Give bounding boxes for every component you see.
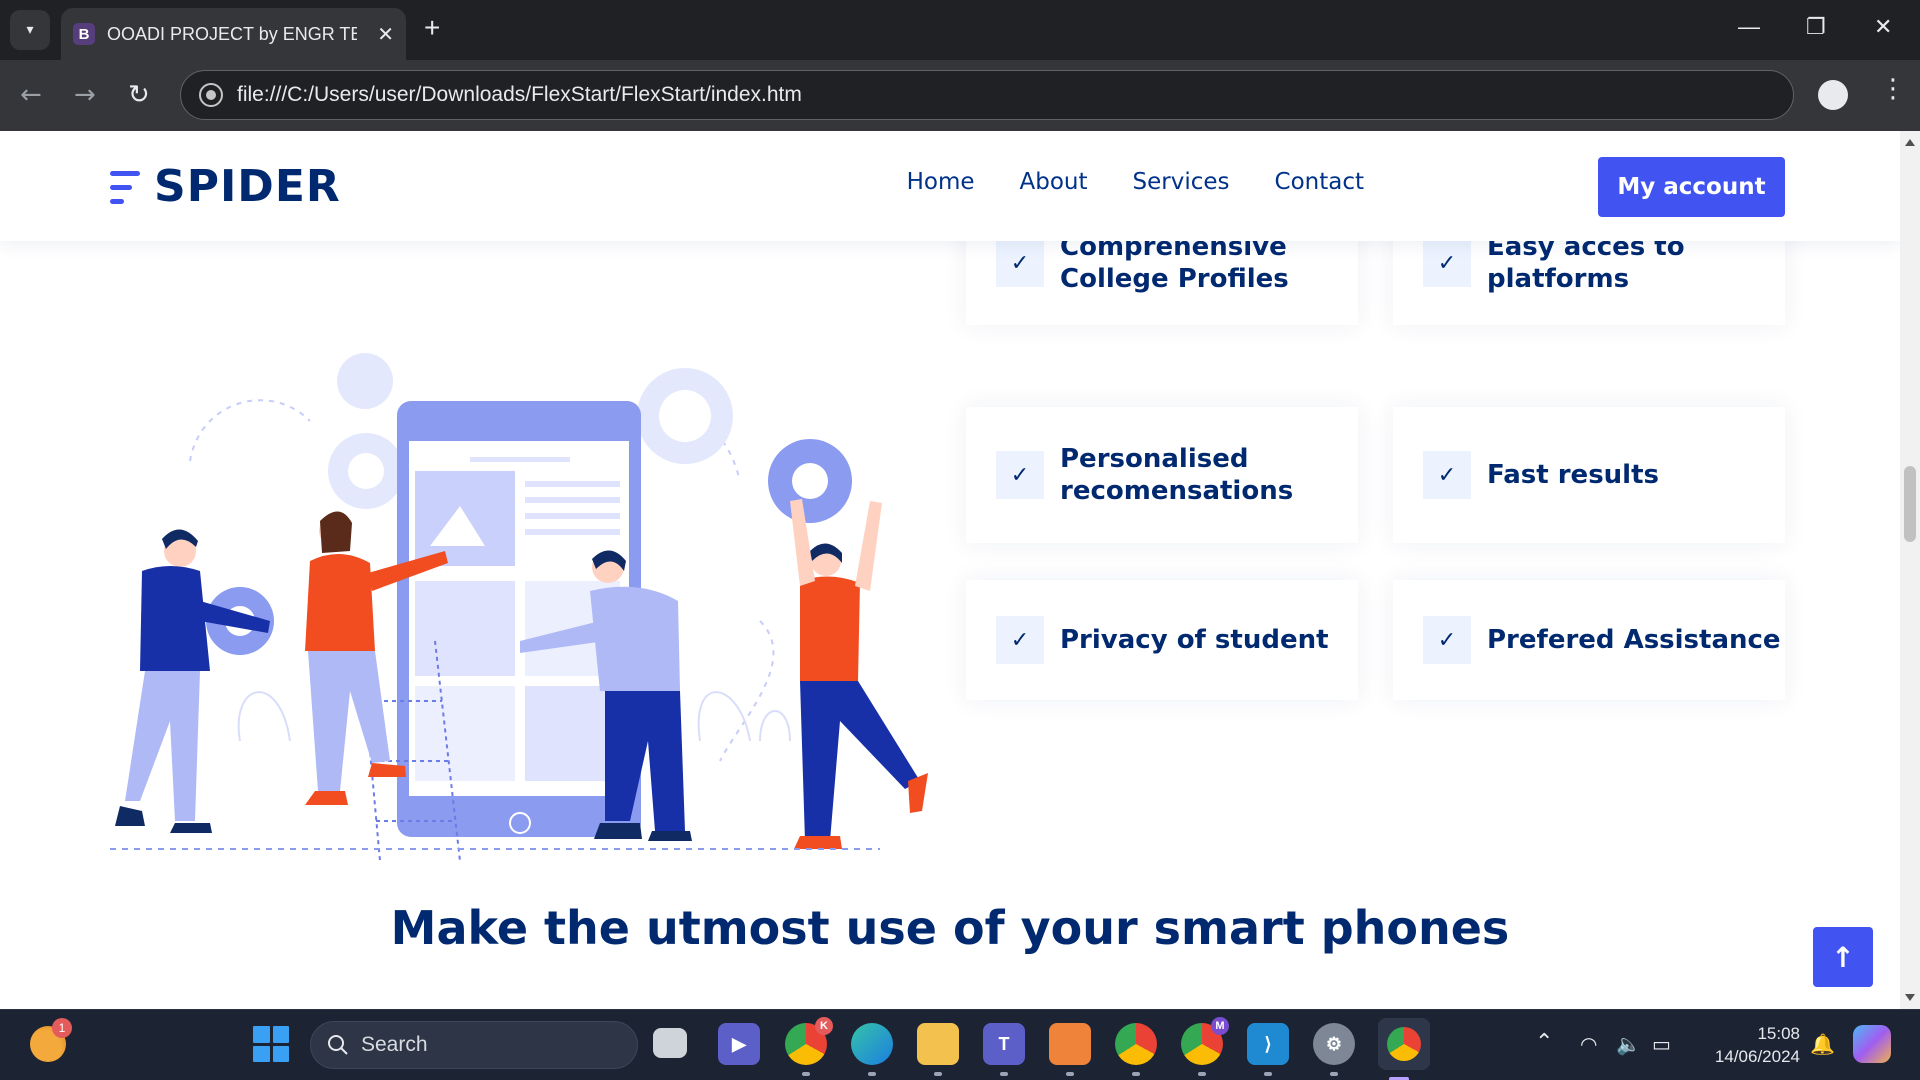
nav-home[interactable]: Home	[907, 169, 975, 195]
feature-card: ✓ Prefered Assistance	[1393, 580, 1785, 700]
nav-about[interactable]: About	[1020, 169, 1088, 195]
profile-badge: M	[1211, 1017, 1229, 1035]
team-illustration	[110, 353, 928, 861]
check-icon: ✓	[996, 451, 1044, 499]
feature-card: ✓ Fast results	[1393, 407, 1785, 543]
notification-bell-icon[interactable]: 🔔	[1810, 1032, 1835, 1056]
vscode-icon[interactable]: ⟩	[1247, 1023, 1289, 1076]
date-text: 14/06/2024	[1714, 1047, 1800, 1066]
meet-icon[interactable]: ▶	[718, 1023, 760, 1065]
profile-icon[interactable]	[1818, 80, 1848, 110]
chrome-k-icon[interactable]: K	[785, 1017, 833, 1076]
section-title: Make the utmost use of your smart phones	[390, 901, 1510, 955]
scroll-down-icon[interactable]	[1905, 994, 1915, 1001]
back-icon[interactable]: ←	[20, 80, 42, 110]
tab-strip: ▾ B OOADI PROJECT by ENGR TEKO ✕ + — ❐ ✕	[0, 0, 1920, 60]
nav-contact[interactable]: Contact	[1275, 169, 1364, 195]
check-icon: ✓	[1423, 616, 1471, 664]
address-bar[interactable]: file:///C:/Users/user/Downloads/FlexStar…	[180, 70, 1794, 120]
page-viewport: SPIDER Home About Services Contact My ac…	[0, 131, 1900, 1009]
copilot-icon[interactable]	[1853, 1025, 1891, 1063]
taskbar-search[interactable]: Search	[310, 1021, 638, 1069]
check-icon: ✓	[996, 616, 1044, 664]
feature-card: ✓ Personalised recomensations	[966, 407, 1358, 543]
my-account-button[interactable]: My account	[1598, 157, 1785, 217]
feature-text: Privacy of student	[1060, 625, 1329, 655]
edge-icon[interactable]	[851, 1023, 893, 1076]
page-scrollbar[interactable]	[1900, 131, 1920, 1009]
search-icon	[328, 1035, 348, 1055]
chrome-profile-icon[interactable]	[1115, 1023, 1157, 1076]
url-text[interactable]: file:///C:/Users/user/Downloads/FlexStar…	[237, 83, 802, 107]
volume-icon[interactable]: 🔈	[1616, 1032, 1641, 1056]
reload-icon[interactable]: ↻	[128, 80, 150, 110]
browser-tab[interactable]: B OOADI PROJECT by ENGR TEKO ✕	[61, 8, 406, 60]
browser-toolbar: ← → ↻ file:///C:/Users/user/Downloads/Fl…	[0, 60, 1920, 131]
window-close-icon[interactable]: ✕	[1874, 14, 1892, 40]
chrome-active-icon[interactable]	[1378, 1018, 1430, 1080]
back-to-top-button[interactable]: ↑	[1813, 927, 1873, 987]
check-icon: ✓	[1423, 451, 1471, 499]
weather-icon[interactable]: 1	[30, 1018, 72, 1062]
tab-favicon: B	[73, 23, 95, 45]
tab-title: OOADI PROJECT by ENGR TEKO	[107, 23, 357, 44]
tab-search-icon[interactable]: ▾	[10, 10, 50, 50]
feature-text: Personalised recomensations	[1060, 444, 1294, 506]
logo[interactable]: SPIDER	[110, 161, 341, 212]
menu-icon[interactable]: ⋮	[1880, 74, 1906, 104]
pdf-reader-icon[interactable]	[1049, 1023, 1091, 1076]
teams-icon[interactable]: T	[983, 1023, 1025, 1076]
windows-start-icon[interactable]	[253, 1026, 289, 1062]
site-info-icon[interactable]	[199, 83, 223, 107]
file-explorer-icon[interactable]	[917, 1023, 959, 1076]
new-tab-button[interactable]: +	[424, 12, 440, 44]
notification-badge: 1	[52, 1018, 72, 1038]
clock[interactable]: 15:08 14/06/2024	[1700, 1022, 1800, 1068]
forward-icon[interactable]: →	[74, 80, 96, 110]
wifi-icon[interactable]: ◠	[1580, 1032, 1597, 1056]
check-icon: ✓	[1423, 239, 1471, 287]
check-icon: ✓	[996, 239, 1044, 287]
logo-mark-icon	[110, 167, 140, 207]
scrollbar-thumb[interactable]	[1904, 466, 1916, 542]
chrome-m-icon[interactable]: M	[1181, 1017, 1229, 1076]
logo-text: SPIDER	[154, 161, 341, 212]
restore-icon[interactable]: ❐	[1806, 14, 1826, 40]
settings-icon[interactable]: ⚙	[1313, 1023, 1355, 1076]
feature-text: Prefered Assistance	[1487, 625, 1781, 655]
feature-text: Fast results	[1487, 460, 1659, 490]
battery-icon[interactable]: ▭	[1652, 1032, 1671, 1056]
nav-services[interactable]: Services	[1133, 169, 1230, 195]
scroll-up-icon[interactable]	[1905, 139, 1915, 146]
main-nav: Home About Services Contact	[907, 169, 1364, 195]
feature-card: ✓ Privacy of student	[966, 580, 1358, 700]
chevron-up-icon[interactable]: ⌃	[1535, 1030, 1553, 1055]
search-placeholder: Search	[361, 1033, 428, 1056]
close-icon[interactable]: ✕	[377, 22, 394, 46]
profile-badge: K	[815, 1017, 833, 1035]
taskbar: 1 Search ▶ K T M ⟩ ⚙ ⌃ ◠ 🔈 ▭ 15:08 14/06…	[0, 1009, 1920, 1080]
time-text: 15:08	[1757, 1024, 1800, 1043]
minimize-icon[interactable]: —	[1738, 14, 1760, 40]
task-view-icon[interactable]	[653, 1028, 687, 1058]
site-header: SPIDER Home About Services Contact My ac…	[0, 131, 1900, 241]
